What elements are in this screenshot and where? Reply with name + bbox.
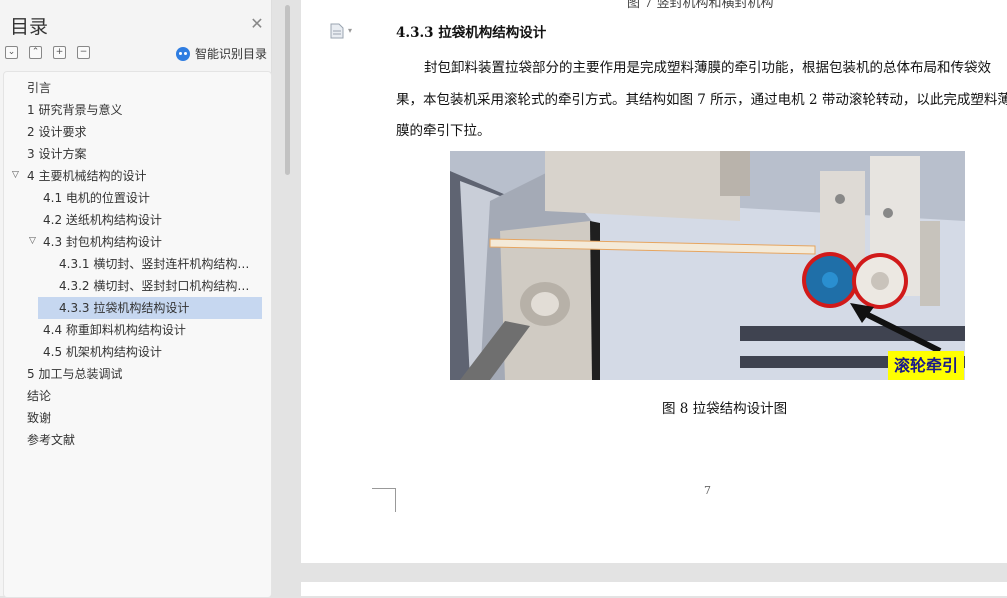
toc-item-1[interactable]: 1 研究背景与意义 [27, 99, 122, 121]
toc-item-2[interactable]: 2 设计要求 [27, 121, 86, 143]
toc-item-conclusion[interactable]: 结论 [27, 385, 51, 407]
cad-render [450, 151, 965, 380]
toc-item-4-4[interactable]: 4.4 称重卸料机构结构设计 [43, 319, 186, 341]
smart-toc-button[interactable]: 智能识别目录 [176, 45, 267, 62]
chevron-down-icon[interactable]: ▽ [29, 236, 36, 246]
toc-item-4-3-2[interactable]: 4.3.2 横切封、竖封封口机构结构 … [59, 275, 253, 297]
toc-sidebar: 目录 ✕ ⌄ ⌃ + − 智能识别目录 引言 1 研究背景与意义 2 设计要求 … [0, 0, 272, 598]
close-icon[interactable]: ✕ [249, 16, 265, 32]
toc-item-references[interactable]: 参考文献 [27, 429, 75, 451]
paragraph-line-2: 果，本包装机采用滚轮式的牵引方式。其结构如图 7 所示，通过电机 2 带动滚轮转… [396, 92, 1007, 108]
toc-item-4[interactable]: 4 主要机械结构的设计 [27, 165, 146, 187]
toc-item-4-5[interactable]: 4.5 机架机构结构设计 [43, 341, 162, 363]
page-number: 7 [704, 484, 711, 497]
toc-title: 目录 [10, 16, 49, 38]
collapse-all-icon[interactable]: ⌄ [5, 46, 18, 59]
expand-all-icon[interactable]: ⌃ [29, 46, 42, 59]
next-page [301, 582, 1007, 596]
toc-item-3[interactable]: 3 设计方案 [27, 143, 86, 165]
scrollbar-thumb[interactable] [285, 5, 290, 175]
smart-toc-label: 智能识别目录 [195, 47, 268, 61]
toc-item-intro[interactable]: 引言 [27, 77, 51, 99]
figure-image [450, 151, 965, 380]
page-corner-mark [372, 488, 396, 512]
toc-item-4-3-1[interactable]: 4.3.1 横切封、竖封连杆机构结构 … [59, 253, 253, 275]
paragraph-line-3: 膜的牵引下拉。 [396, 123, 491, 139]
paragraph-line-1: 封包卸料装置拉袋部分的主要作用是完成塑料薄膜的牵引功能，根据包装机的总体布局和传… [424, 60, 991, 76]
chevron-down-icon[interactable]: ▽ [12, 170, 19, 180]
toc-item-4-3-3[interactable]: 4.3.3 拉袋机构结构设计 [38, 297, 262, 319]
smart-bot-icon [176, 47, 190, 61]
remove-level-icon[interactable]: − [77, 46, 90, 59]
toc-item-5[interactable]: 5 加工与总装调试 [27, 363, 122, 385]
add-level-icon[interactable]: + [53, 46, 66, 59]
section-heading: 4.3.3 拉袋机构结构设计 [396, 25, 547, 41]
document-icon[interactable] [330, 23, 344, 39]
previous-figure-caption: 图 7 竖封机构和横封机构 [627, 0, 774, 11]
toc-item-4-2[interactable]: 4.2 送纸机构结构设计 [43, 209, 162, 231]
toc-item-4-3[interactable]: 4.3 封包机构结构设计 [43, 231, 162, 253]
toc-item-4-1[interactable]: 4.1 电机的位置设计 [43, 187, 150, 209]
figure-label: 滚轮牵引 [888, 351, 964, 380]
chevron-down-icon[interactable]: ▾ [348, 26, 352, 35]
toc-item-thanks[interactable]: 致谢 [27, 407, 51, 429]
figure-caption: 图 8 拉袋结构设计图 [662, 401, 788, 417]
